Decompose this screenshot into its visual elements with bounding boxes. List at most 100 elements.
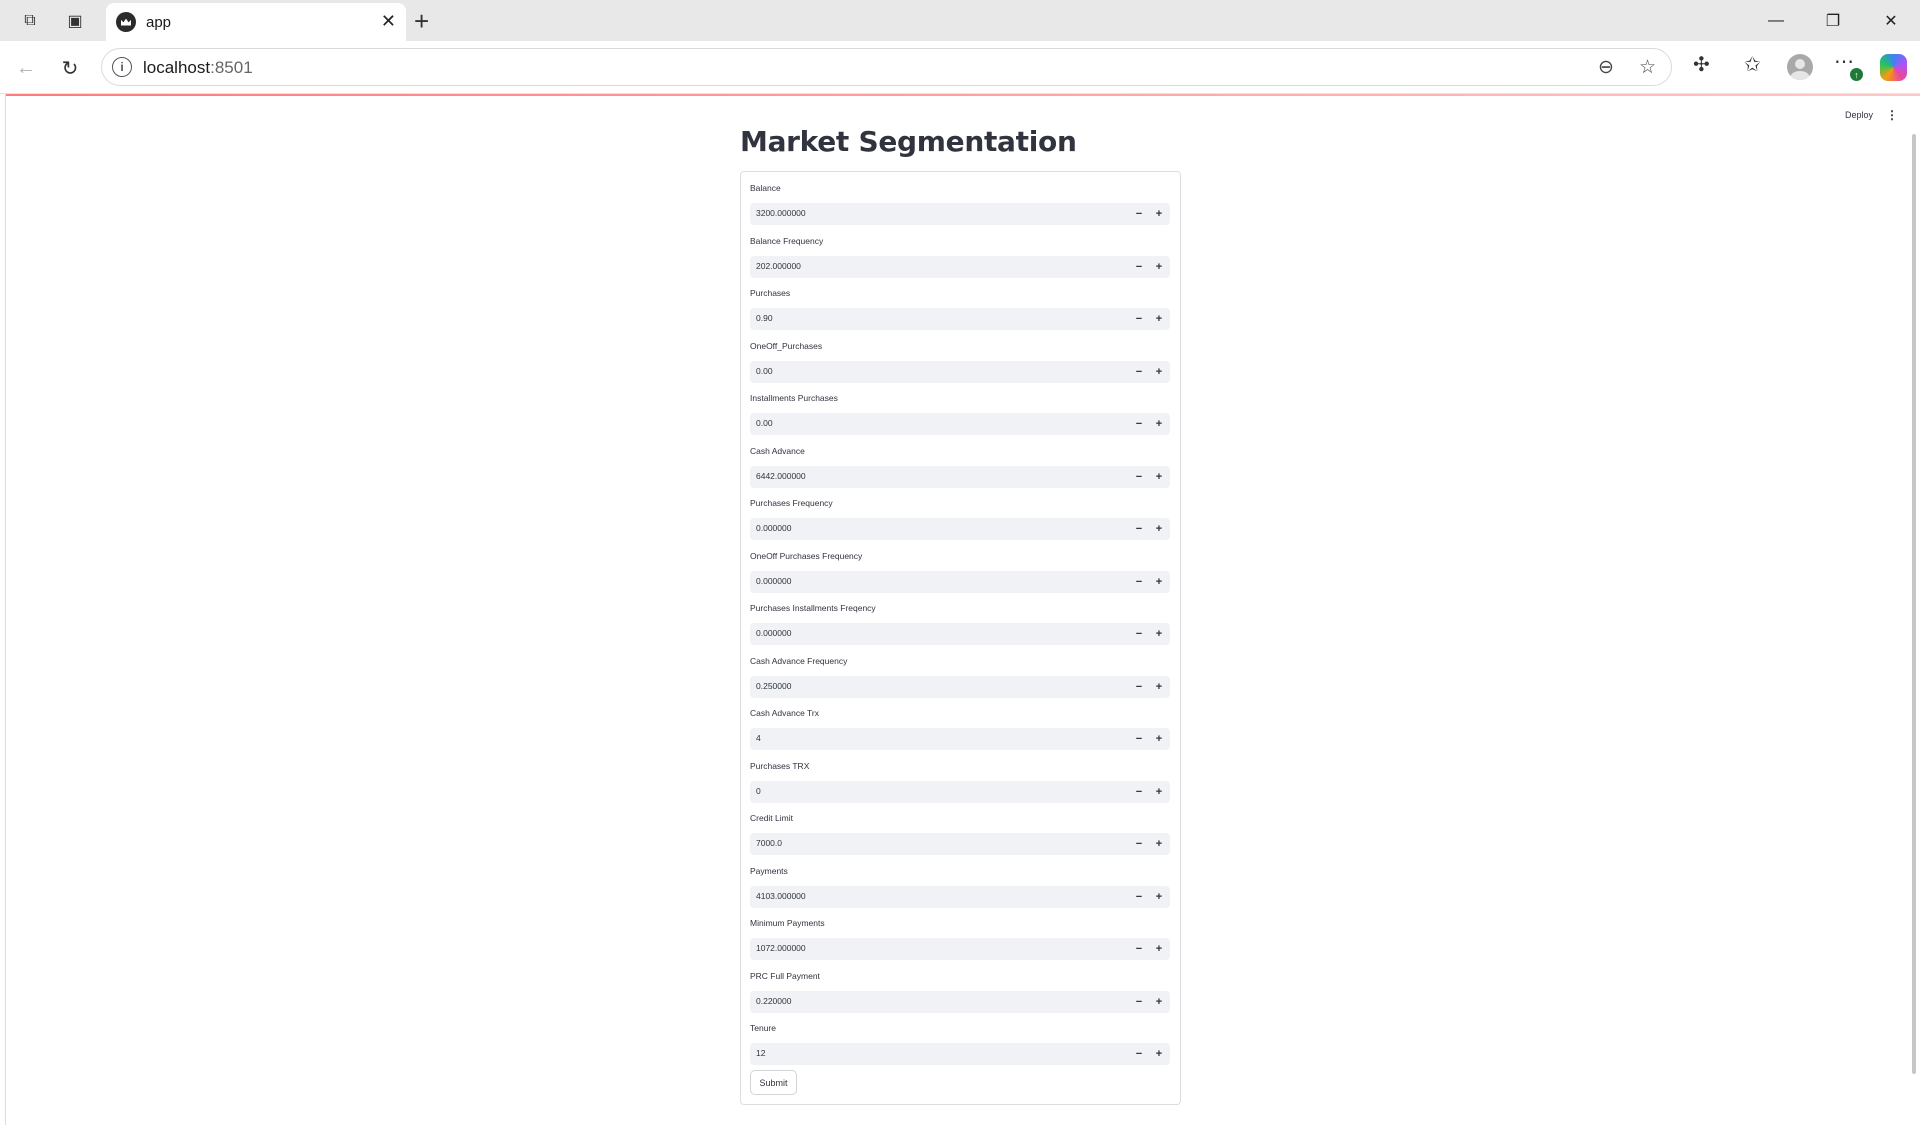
input-value[interactable]: 4 — [756, 733, 761, 743]
decrement-button[interactable]: − — [1130, 1045, 1148, 1063]
restore-icon[interactable]: ❐ — [1810, 6, 1856, 36]
number-input[interactable]: 1072.000000 − + — [750, 938, 1170, 960]
decrement-button[interactable]: − — [1130, 625, 1148, 643]
minimize-icon[interactable]: — — [1753, 6, 1799, 36]
number-input[interactable]: 7000.0 − + — [750, 833, 1170, 855]
input-value[interactable]: 0.220000 — [756, 996, 791, 1006]
decrement-button[interactable]: − — [1130, 730, 1148, 748]
field-label: Minimum Payments — [750, 918, 825, 928]
increment-button[interactable]: + — [1150, 468, 1168, 486]
refresh-icon[interactable]: ↻ — [56, 54, 84, 82]
increment-button[interactable]: + — [1150, 258, 1168, 276]
number-input[interactable]: 0.90 − + — [750, 308, 1170, 330]
browser-tab-app[interactable]: app ✕ — [106, 3, 406, 41]
decrement-button[interactable]: − — [1130, 205, 1148, 223]
input-value[interactable]: 0.250000 — [756, 681, 791, 691]
increment-button[interactable]: + — [1150, 520, 1168, 538]
input-value[interactable]: 0.00 — [756, 366, 773, 376]
scrollbar[interactable] — [1912, 134, 1916, 1074]
field-label: Purchases Frequency — [750, 498, 833, 508]
decrement-button[interactable]: − — [1130, 678, 1148, 696]
input-value[interactable]: 6442.000000 — [756, 471, 806, 481]
number-input[interactable]: 6442.000000 − + — [750, 465, 1170, 488]
number-input[interactable]: 202.000000 − + — [750, 255, 1170, 278]
field-label: OneOff Purchases Frequency — [750, 550, 863, 561]
decrement-button[interactable]: − — [1130, 415, 1148, 433]
increment-button[interactable]: + — [1150, 310, 1168, 328]
number-input[interactable]: 4 − + — [750, 728, 1170, 750]
decrement-button[interactable]: − — [1130, 783, 1148, 801]
profile-avatar[interactable] — [1787, 54, 1813, 80]
increment-button[interactable]: + — [1150, 835, 1168, 853]
number-input[interactable]: 4103.000000 − + — [750, 885, 1170, 908]
input-value[interactable]: 202.000000 — [756, 261, 801, 271]
number-input[interactable]: 0.00 − + — [750, 413, 1170, 435]
decrement-button[interactable]: − — [1130, 573, 1148, 591]
number-input[interactable]: 0.000000 − + — [750, 518, 1170, 540]
extensions-icon[interactable]: ✣ — [1693, 52, 1710, 77]
increment-button[interactable]: + — [1150, 1045, 1168, 1063]
main-menu-icon[interactable]: ⋮ — [1886, 108, 1898, 122]
decrement-button[interactable]: − — [1130, 940, 1148, 958]
input-value[interactable]: 4103.000000 — [756, 891, 806, 901]
number-input[interactable]: 3200.000000 − + — [750, 203, 1170, 225]
number-input[interactable]: 0 − + — [750, 780, 1170, 803]
decrement-button[interactable]: − — [1130, 468, 1148, 486]
workspaces-icon[interactable]: ⧉ — [17, 8, 43, 34]
zoom-out-icon[interactable]: ⊖ — [1598, 56, 1614, 79]
decrement-button[interactable]: − — [1130, 520, 1148, 538]
decrement-button[interactable]: − — [1130, 888, 1148, 906]
decrement-button[interactable]: − — [1130, 310, 1148, 328]
increment-button[interactable]: + — [1150, 730, 1168, 748]
decrement-button[interactable]: − — [1130, 258, 1148, 276]
increment-button[interactable]: + — [1150, 993, 1168, 1011]
number-input[interactable]: 0.220000 − + — [750, 990, 1170, 1013]
input-value[interactable]: 0.000000 — [756, 576, 791, 586]
vertical-tabs-icon[interactable]: ▣ — [62, 8, 88, 34]
field-label: Payments — [750, 865, 788, 876]
favorites-icon[interactable]: ✩ — [1744, 52, 1761, 77]
input-value[interactable]: 0.000000 — [756, 628, 791, 638]
back-icon[interactable]: ← — [12, 54, 40, 82]
decrement-button[interactable]: − — [1130, 835, 1148, 853]
input-value[interactable]: 7000.0 — [756, 838, 782, 848]
number-input[interactable]: 0.000000 − + — [750, 623, 1170, 645]
field-label: Credit Limit — [750, 813, 793, 823]
increment-button[interactable]: + — [1150, 625, 1168, 643]
input-value[interactable]: 0 — [756, 786, 761, 796]
number-input[interactable]: 0.000000 − + — [750, 570, 1170, 593]
increment-button[interactable]: + — [1150, 678, 1168, 696]
input-value[interactable]: 1072.000000 — [756, 943, 806, 953]
close-window-icon[interactable]: ✕ — [1868, 6, 1914, 36]
decrement-button[interactable]: − — [1130, 363, 1148, 381]
increment-button[interactable]: + — [1150, 888, 1168, 906]
site-info-icon[interactable]: i — [112, 57, 132, 77]
address-bar[interactable]: i localhost:8501 ⊖ ☆ — [101, 48, 1672, 86]
url-text[interactable]: localhost:8501 — [143, 58, 253, 78]
new-tab-icon[interactable]: + — [414, 6, 429, 37]
increment-button[interactable]: + — [1150, 940, 1168, 958]
favorite-star-icon[interactable]: ☆ — [1639, 56, 1656, 79]
field-label: Balance Frequency — [750, 235, 824, 246]
increment-button[interactable]: + — [1150, 205, 1168, 223]
number-input[interactable]: 12 − + — [750, 1043, 1170, 1065]
close-tab-icon[interactable]: ✕ — [381, 11, 396, 32]
submit-button[interactable]: Submit — [750, 1070, 797, 1095]
number-input[interactable]: 0.00 − + — [750, 360, 1170, 383]
deploy-button[interactable]: Deploy — [1845, 110, 1873, 120]
copilot-icon[interactable] — [1880, 54, 1907, 81]
input-value[interactable]: 3200.000000 — [756, 208, 806, 218]
segmentation-form: Balance 3200.000000 − + Balance Frequenc… — [740, 171, 1181, 1105]
input-value[interactable]: 12 — [756, 1048, 765, 1058]
increment-button[interactable]: + — [1150, 415, 1168, 433]
input-value[interactable]: 0.000000 — [756, 523, 791, 533]
number-input[interactable]: 0.250000 − + — [750, 675, 1170, 698]
input-value[interactable]: 0.00 — [756, 418, 773, 428]
increment-button[interactable]: + — [1150, 783, 1168, 801]
field-label: Installments Purchases — [750, 393, 838, 403]
decrement-button[interactable]: − — [1130, 993, 1148, 1011]
page-title: Market Segmentation — [740, 125, 1077, 158]
increment-button[interactable]: + — [1150, 363, 1168, 381]
input-value[interactable]: 0.90 — [756, 313, 773, 323]
increment-button[interactable]: + — [1150, 573, 1168, 591]
